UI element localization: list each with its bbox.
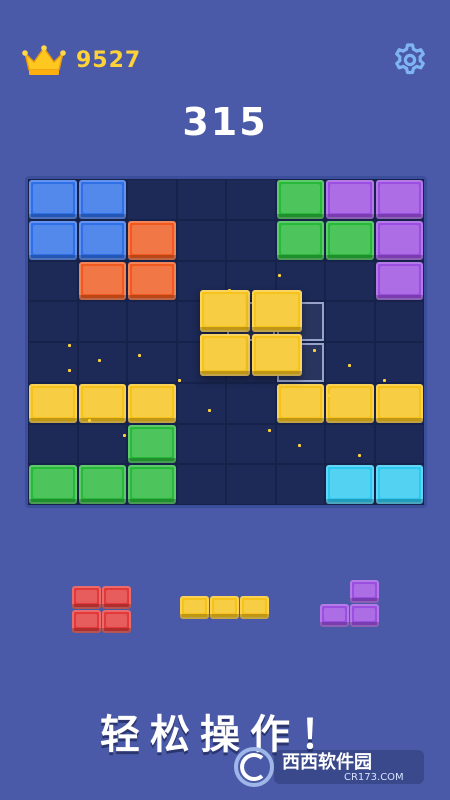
sparkle-effects (28, 179, 424, 505)
piece-block (102, 610, 131, 633)
current-score: 315 (182, 100, 268, 144)
sparkle (68, 344, 71, 347)
sparkle (228, 289, 231, 292)
sparkle (178, 379, 181, 382)
sparkle (348, 364, 351, 367)
best-score: 9527 (76, 48, 142, 73)
sparkle (358, 454, 361, 457)
piece-block (72, 586, 101, 609)
sparkle (328, 394, 331, 397)
dragging-piece-block[interactable] (200, 334, 250, 376)
piece-block (350, 604, 379, 627)
dragging-piece-block[interactable] (200, 290, 250, 332)
piece-block (180, 596, 209, 619)
sparkle (383, 379, 386, 382)
sparkle (98, 359, 101, 362)
sparkle (268, 429, 271, 432)
piece-block (240, 596, 269, 619)
piece-tray (0, 572, 450, 652)
piece-block (102, 586, 131, 609)
sparkle (298, 444, 301, 447)
sparkle (313, 349, 316, 352)
sparkle (278, 274, 281, 277)
dragging-piece-block[interactable] (252, 334, 302, 376)
piece-block (350, 580, 379, 603)
dragging-piece-block[interactable] (252, 290, 302, 332)
game-board[interactable] (25, 176, 427, 508)
sparkle (88, 419, 91, 422)
piece-block (72, 610, 101, 633)
sparkle (138, 354, 141, 357)
piece-block (320, 604, 349, 627)
watermark-url: CR173.COM (344, 772, 404, 783)
piece-block (210, 596, 239, 619)
sparkle (123, 434, 126, 437)
top-bar: 9527 (22, 40, 428, 84)
sparkle (208, 409, 211, 412)
watermark-logo: 西西软件园 CR173.COM (232, 744, 428, 790)
crown-icon (22, 44, 66, 76)
sparkle (68, 369, 71, 372)
gear-icon[interactable] (392, 42, 428, 78)
watermark-brand: 西西软件园 (282, 752, 372, 773)
